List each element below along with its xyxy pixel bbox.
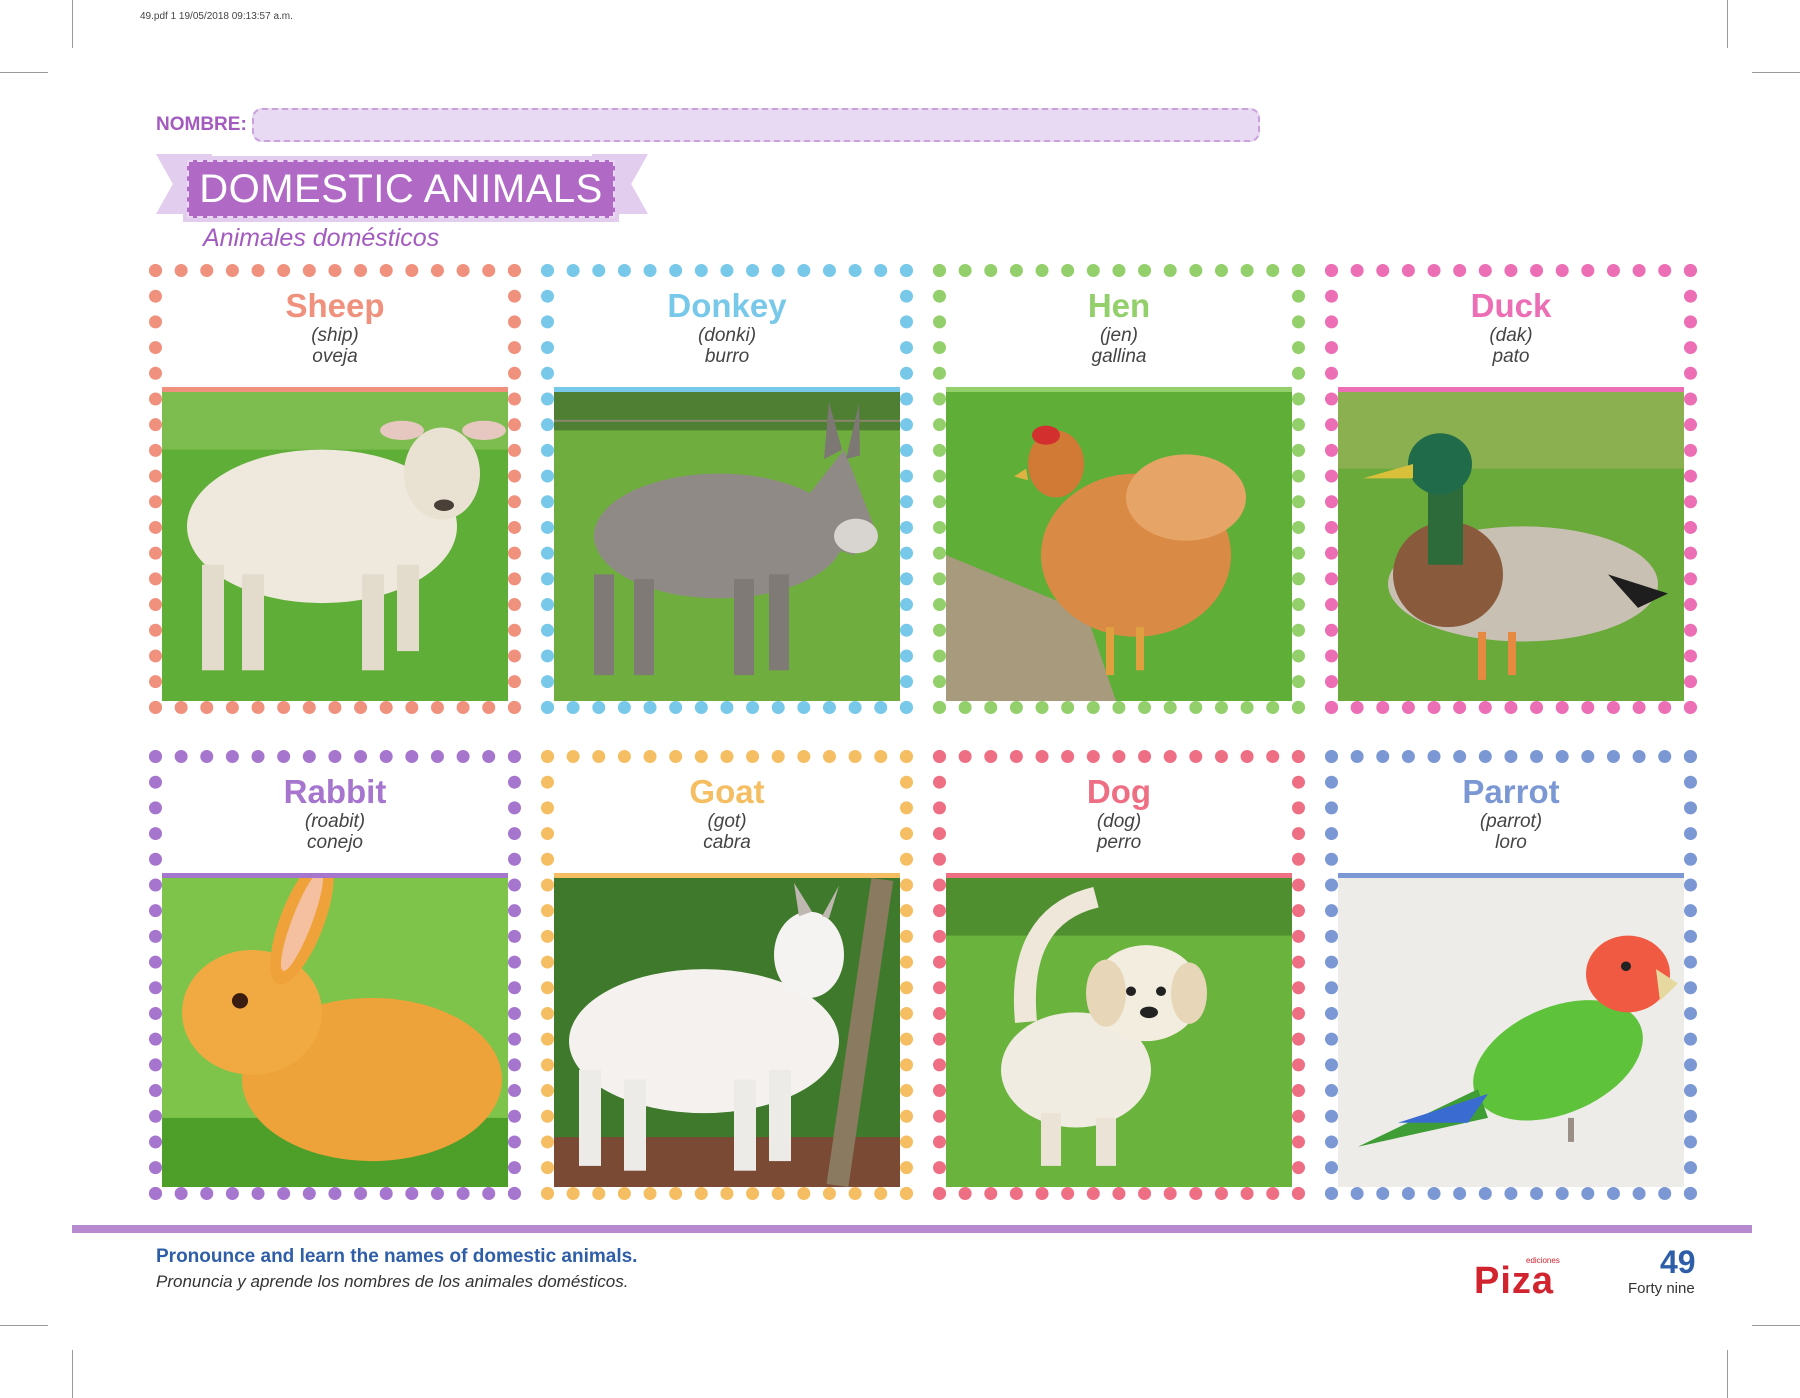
crop-mark (1752, 72, 1800, 73)
crop-mark (1727, 0, 1728, 48)
parrot-photo (1338, 878, 1684, 1187)
footer-divider (72, 1225, 1752, 1233)
animal-pronunciation: (donki) (697, 325, 757, 346)
card-header: Hen (jen) gallina (946, 277, 1292, 387)
animal-spanish: pato (1492, 346, 1530, 367)
page-title: DOMESTIC ANIMALS (187, 160, 615, 218)
card-header: Sheep (ship) oveja (162, 277, 508, 387)
print-info: 49.pdf 1 19/05/2018 09:13:57 a.m. (140, 11, 293, 22)
animal-pronunciation: (roabit) (304, 811, 366, 832)
animal-name: Goat (689, 773, 765, 810)
animal-pronunciation: (dog) (1096, 811, 1142, 832)
animal-card-donkey: Donkey (donki) burro (541, 264, 913, 714)
dog-photo (946, 878, 1292, 1187)
donkey-photo (554, 392, 900, 701)
card-header: Parrot (parrot) loro (1338, 763, 1684, 873)
crop-mark (1752, 1325, 1800, 1326)
animal-spanish: perro (1096, 832, 1142, 853)
animal-name: Sheep (285, 287, 385, 324)
card-header: Goat (got) cabra (554, 763, 900, 873)
crop-mark (0, 1325, 48, 1326)
crop-mark (72, 1350, 73, 1398)
animal-pronunciation: (jen) (1099, 325, 1138, 346)
animal-spanish: burro (704, 346, 750, 367)
hen-photo (946, 392, 1292, 701)
animal-name: Donkey (667, 287, 787, 324)
rabbit-photo (162, 878, 508, 1187)
card-header: Donkey (donki) burro (554, 277, 900, 387)
animal-spanish: cabra (703, 832, 751, 853)
page-subtitle: Animales domésticos (203, 224, 440, 252)
animal-card-dog: Dog (dog) perro (933, 750, 1305, 1200)
animal-name: Duck (1470, 287, 1552, 324)
publisher-logo: Piza (1474, 1260, 1555, 1302)
animal-card-rabbit: Rabbit (roabit) conejo (149, 750, 521, 1200)
page-number-words: Forty nine (1628, 1280, 1695, 1297)
animal-spanish: gallina (1091, 346, 1147, 367)
instruction-spanish: Pronuncia y aprende los nombres de los a… (156, 1272, 629, 1291)
crop-mark (1727, 1350, 1728, 1398)
card-header: Rabbit (roabit) conejo (162, 763, 508, 873)
crop-mark (72, 0, 73, 48)
animal-pronunciation: (parrot) (1479, 811, 1543, 832)
name-input[interactable] (252, 108, 1260, 142)
card-header: Duck (dak) pato (1338, 277, 1684, 387)
animal-name: Hen (1087, 287, 1151, 324)
crop-mark (0, 72, 48, 73)
animal-name: Rabbit (283, 773, 387, 810)
goat-photo (554, 878, 900, 1187)
name-label: NOMBRE: (156, 114, 247, 135)
animal-name: Parrot (1462, 773, 1560, 810)
animal-card-goat: Goat (got) cabra (541, 750, 913, 1200)
page-number: 49 (1660, 1244, 1696, 1280)
card-header: Dog (dog) perro (946, 763, 1292, 873)
animal-pronunciation: (got) (707, 811, 747, 832)
animal-card-parrot: Parrot (parrot) loro (1325, 750, 1697, 1200)
animal-pronunciation: (ship) (311, 325, 359, 346)
animal-spanish: loro (1495, 832, 1527, 853)
animal-name: Dog (1086, 773, 1152, 810)
animal-pronunciation: (dak) (1489, 325, 1533, 346)
animal-spanish: conejo (307, 832, 363, 853)
animal-spanish: oveja (312, 346, 358, 367)
animal-card-sheep: Sheep (ship) oveja (149, 264, 521, 714)
sheep-photo (162, 392, 508, 701)
animal-card-duck: Duck (dak) pato (1325, 264, 1697, 714)
instruction-english: Pronounce and learn the names of domesti… (156, 1246, 638, 1267)
animal-card-hen: Hen (jen) gallina (933, 264, 1305, 714)
duck-photo (1338, 392, 1684, 701)
